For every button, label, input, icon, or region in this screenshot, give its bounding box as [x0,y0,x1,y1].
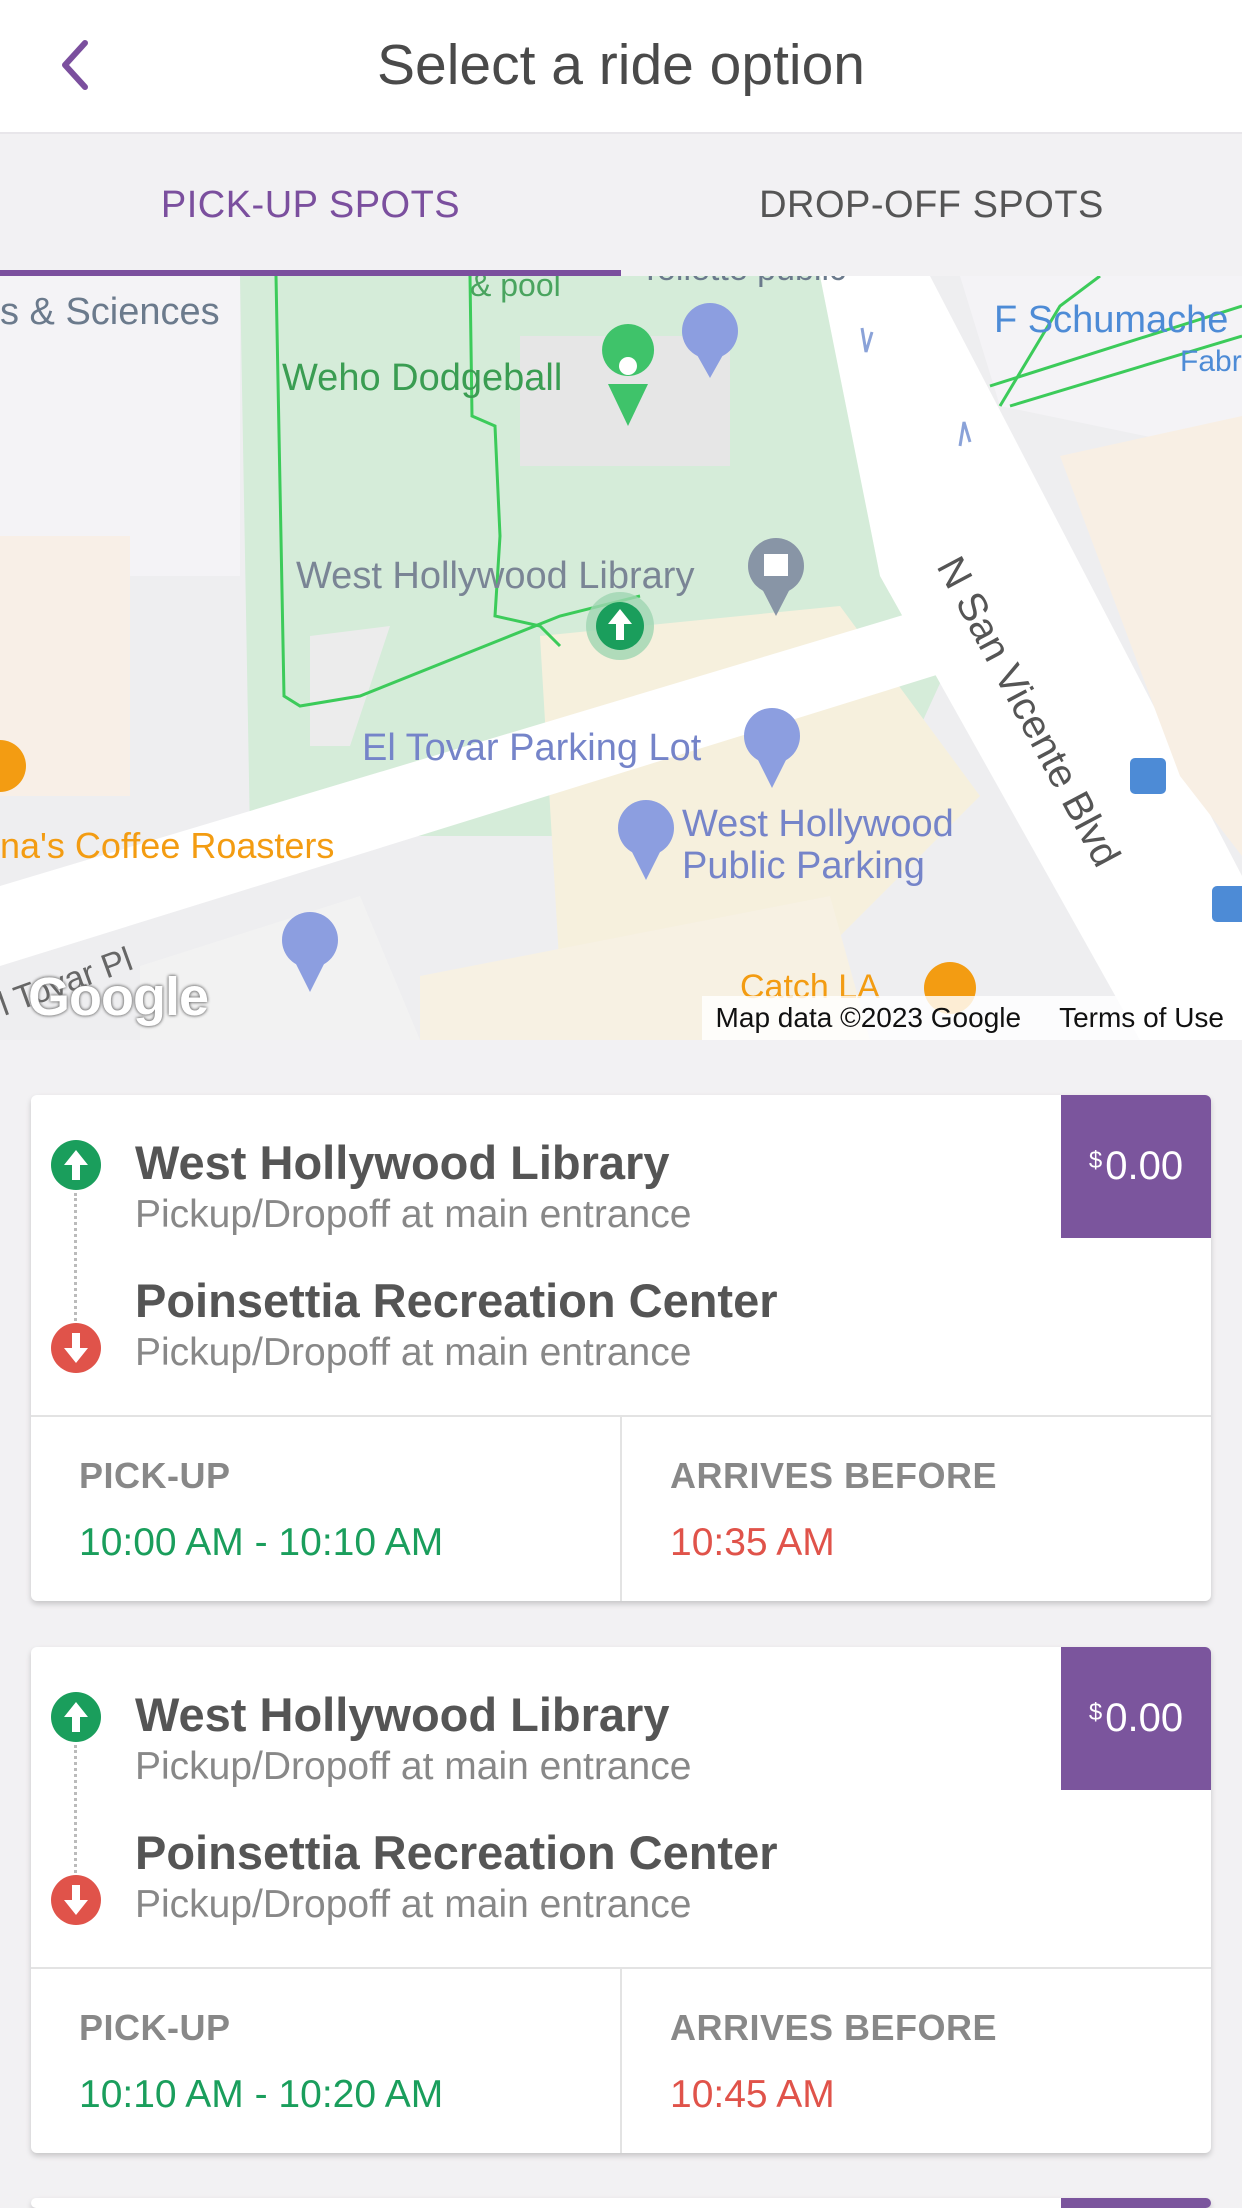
map-label-dodgeball: Weho Dodgeball [282,357,562,399]
map-label-coffee: na's Coffee Roasters [0,825,334,866]
price-badge[interactable]: $0.00 [1061,1095,1211,1238]
currency-symbol: $ [1088,1698,1103,1726]
pickup-label: PICK-UP [79,2007,231,2048]
pickup-time-range: 10:10 AM - 10:20 AM [79,2073,444,2116]
dropoff-stop-note: Pickup/Dropoff at main entrance [135,1331,692,1374]
time-section: PICK-UP 10:10 AM - 10:20 AM ARRIVES BEFO… [31,1969,1211,2153]
pickup-label: PICK-UP [79,1455,231,1496]
google-logo: Google [28,967,209,1027]
tab-dropoff-spots[interactable]: DROP-OFF SPOTS [621,134,1242,276]
time-section: PICK-UP 10:00 AM - 10:10 AM ARRIVES BEFO… [31,1417,1211,1601]
map-label-fabr: Fabr [1180,345,1242,378]
pickup-arrow-icon [51,1140,101,1190]
tab-pickup-spots[interactable]: PICK-UP SPOTS [0,134,621,276]
pickup-time-range: 10:00 AM - 10:10 AM [79,1521,444,1564]
price-badge-partial [1061,2198,1211,2208]
route-section: West Hollywood Library Pickup/Dropoff at… [31,1095,1211,1417]
map-label-public-parking-2: Public Parking [682,845,925,887]
price-badge[interactable]: $0.00 [1061,1647,1211,1790]
arrival-window: ARRIVES BEFORE 10:35 AM [620,1417,1211,1601]
map-label-parking-lot: El Tovar Parking Lot [362,727,702,769]
arrival-time: 10:45 AM [670,2073,835,2116]
pickup-stop-note: Pickup/Dropoff at main entrance [135,1745,692,1788]
ride-option-card[interactable]: West Hollywood Library Pickup/Dropoff at… [31,1647,1211,2153]
pickup-stop-name: West Hollywood Library [135,1136,670,1189]
map-attribution: Map data ©2023 Google Terms of Use [701,996,1242,1040]
map-label-library: West Hollywood Library [296,555,694,597]
currency-symbol: $ [1088,1146,1103,1174]
map-label-public-parking-1: West Hollywood [682,803,954,845]
dropoff-stop-name: Poinsettia Recreation Center [135,1826,778,1879]
route-section: West Hollywood Library Pickup/Dropoff at… [31,1647,1211,1969]
map-canvas: s & Sciences & pool Tollette public Weho… [0,276,1242,1040]
map-label-pool: & pool [470,276,561,303]
arrives-label: ARRIVES BEFORE [670,2007,998,2048]
dropoff-stop-name: Poinsettia Recreation Center [135,1274,778,1327]
pickup-stop-name: West Hollywood Library [135,1688,670,1741]
ride-option-card-partial[interactable] [31,2198,1211,2208]
pickup-stop-note: Pickup/Dropoff at main entrance [135,1193,692,1236]
ride-option-card[interactable]: West Hollywood Library Pickup/Dropoff at… [31,1095,1211,1601]
terms-of-use-link[interactable]: Terms of Use [1059,1002,1224,1034]
app-header: Select a ride option [0,0,1242,134]
pickup-window: PICK-UP 10:10 AM - 10:20 AM [31,1969,620,2153]
dropoff-stop-note: Pickup/Dropoff at main entrance [135,1883,692,1926]
map-view[interactable]: s & Sciences & pool Tollette public Weho… [0,276,1242,1040]
spot-tabs: PICK-UP SPOTS DROP-OFF SPOTS [0,134,1242,276]
map-label-schumacher: F Schumache [994,299,1228,341]
page-title: Select a ride option [377,33,865,97]
dropoff-arrow-icon [51,1875,101,1925]
price-value: 0.00 [1105,1696,1184,1740]
route-dashed-line [74,1745,78,1873]
map-label-park-public: Tollette public [640,276,846,288]
route-dashed-line [74,1193,78,1321]
arrives-label: ARRIVES BEFORE [670,1455,998,1496]
dropoff-arrow-icon [51,1323,101,1373]
pickup-arrow-icon [51,1692,101,1742]
price-value: 0.00 [1105,1144,1184,1188]
map-data-text: Map data ©2023 Google [715,1002,1022,1033]
arrival-window: ARRIVES BEFORE 10:45 AM [620,1969,1211,2153]
arrival-time: 10:35 AM [670,1521,835,1564]
map-label-sciences: s & Sciences [0,291,220,333]
pickup-window: PICK-UP 10:00 AM - 10:10 AM [31,1417,620,1601]
